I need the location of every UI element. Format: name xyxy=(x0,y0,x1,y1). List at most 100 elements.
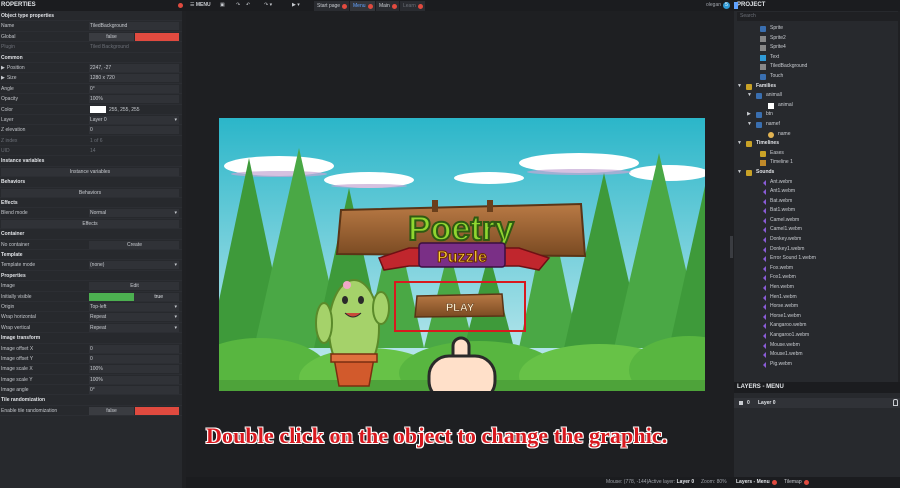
tree-item[interactable]: Mouse.webm xyxy=(734,341,900,351)
tree-item[interactable]: Kangaroo.webm xyxy=(734,321,900,331)
tab-learn[interactable]: Learn xyxy=(400,1,425,11)
initially-visible-toggle[interactable]: true xyxy=(89,292,179,301)
tree-item[interactable]: Donkey1.webm xyxy=(734,245,900,255)
name-input[interactable]: TiledBackground xyxy=(89,22,179,31)
image-angle-input[interactable]: 0° xyxy=(89,386,179,395)
tree-item[interactable]: Hen1.webm xyxy=(734,293,900,303)
tree-item[interactable]: Fox.webm xyxy=(734,264,900,274)
tree-item[interactable]: ▼ animall xyxy=(734,91,900,101)
scale-y-input[interactable]: 100% xyxy=(89,375,179,384)
section-effects[interactable]: Effects xyxy=(0,198,186,209)
z-elevation-input[interactable]: 0 xyxy=(89,126,179,135)
collapse-arrow-icon[interactable]: ▼ xyxy=(737,82,742,92)
collapse-arrow-icon[interactable]: ▼ xyxy=(747,91,752,101)
edit-image-button[interactable]: Edit xyxy=(89,282,179,291)
tile-rand-toggle[interactable]: false xyxy=(89,406,179,415)
play-button[interactable]: PLAY xyxy=(414,293,505,318)
project-search-input[interactable]: Search xyxy=(737,12,900,21)
tree-item[interactable]: Donkey.webm xyxy=(734,235,900,245)
tree-item[interactable]: name xyxy=(734,130,900,140)
behaviors-button[interactable]: Behaviors xyxy=(1,188,179,197)
tree-item[interactable]: Eases xyxy=(734,149,900,159)
expand-arrow-icon[interactable]: ▶ xyxy=(1,75,5,81)
undo-icon[interactable]: ↶ xyxy=(246,0,250,11)
collapse-arrow-icon[interactable]: ▼ xyxy=(737,168,742,178)
play-icon[interactable]: ▶ ▾ xyxy=(292,0,300,11)
tree-item[interactable]: Mouse1.webm xyxy=(734,350,900,360)
tree-item[interactable]: ▼ namef xyxy=(734,120,900,130)
tree-item[interactable]: ▶ btn xyxy=(734,110,900,120)
tab-layers-menu[interactable]: Layers - Menu xyxy=(736,477,779,488)
collapse-arrow-icon[interactable]: ▼ xyxy=(737,139,742,149)
tree-item[interactable]: Ant.webm xyxy=(734,178,900,188)
close-tab-icon[interactable] xyxy=(367,4,373,9)
expand-arrow-icon[interactable]: ▶ xyxy=(1,65,5,71)
tree-item[interactable]: Ant1.webm xyxy=(734,187,900,197)
global-toggle[interactable]: false xyxy=(89,32,179,41)
close-icon[interactable] xyxy=(178,3,183,8)
wrap-horizontal-select[interactable]: Repeat xyxy=(89,313,179,322)
vertical-scrollbar[interactable] xyxy=(730,236,733,258)
template-mode-select[interactable]: (none) xyxy=(89,261,179,270)
section-common[interactable]: Common xyxy=(0,53,186,63)
section-properties[interactable]: Properties xyxy=(0,271,186,282)
tree-item[interactable]: Sprite4 xyxy=(734,43,900,53)
wrap-vertical-select[interactable]: Repeat xyxy=(89,323,179,332)
section-template[interactable]: Template xyxy=(0,250,186,261)
redo-menu-icon[interactable]: ↷ ▾ xyxy=(264,0,272,11)
size-input[interactable]: 1280 x 720 xyxy=(89,74,179,83)
tree-item[interactable]: Camel.webm xyxy=(734,216,900,226)
lock-icon[interactable] xyxy=(893,399,898,406)
tree-item[interactable]: Fox1.webm xyxy=(734,273,900,283)
redo-icon[interactable]: ↷ xyxy=(236,0,240,11)
color-swatch[interactable] xyxy=(90,105,106,113)
tree-item[interactable]: Error Sound 1.webm xyxy=(734,254,900,264)
tree-item[interactable]: Bat.webm xyxy=(734,197,900,207)
offset-x-input[interactable]: 0 xyxy=(89,344,179,353)
tree-item[interactable]: Horse.webm xyxy=(734,302,900,312)
create-container-button[interactable]: Create xyxy=(89,240,179,249)
close-tab-icon[interactable] xyxy=(391,4,397,9)
section-image-transform[interactable]: Image transform xyxy=(0,333,186,344)
position-input[interactable]: 2247, -27 xyxy=(89,63,179,72)
layout-view[interactable]: Poetry Puzzle PLAY xyxy=(186,11,734,477)
tree-item[interactable]: animal xyxy=(734,101,900,111)
tree-item[interactable]: Touch xyxy=(734,72,900,82)
close-tab-icon[interactable] xyxy=(771,480,777,485)
collapse-arrow-icon[interactable]: ▼ xyxy=(747,120,752,130)
tree-item[interactable]: Text xyxy=(734,53,900,63)
tree-item[interactable]: Timeline 1 xyxy=(734,158,900,168)
tree-item[interactable]: Horse1.webm xyxy=(734,312,900,322)
tree-item[interactable]: Kangaroo1.webm xyxy=(734,331,900,341)
close-tab-icon[interactable] xyxy=(342,4,348,9)
game-scene[interactable]: Poetry Puzzle PLAY xyxy=(219,118,705,391)
tree-item[interactable]: Camel1.webm xyxy=(734,225,900,235)
game-canvas[interactable]: Poetry Puzzle PLAY xyxy=(219,118,705,391)
section-instance-variables[interactable]: Instance variables xyxy=(0,156,186,167)
offset-y-input[interactable]: 0 xyxy=(89,354,179,363)
tab-menu[interactable]: Menu xyxy=(350,1,375,11)
tree-folder[interactable]: ▼ Sounds xyxy=(734,168,900,178)
save-icon[interactable]: ▣ xyxy=(220,0,225,11)
layer-select[interactable]: Layer 0 xyxy=(89,115,179,124)
section-tile-randomization[interactable]: Tile randomization xyxy=(0,395,186,406)
layer-visible-checkbox[interactable] xyxy=(739,401,743,405)
tree-folder[interactable]: ▼ Families xyxy=(734,82,900,92)
tree-item[interactable]: Pig.webm xyxy=(734,360,900,370)
section-container[interactable]: Container xyxy=(0,229,186,240)
notification-badge[interactable]: 5 xyxy=(723,2,730,9)
tree-item[interactable]: TiledBackground xyxy=(734,62,900,72)
layer-row[interactable]: 0 Layer 0 xyxy=(734,398,900,408)
opacity-input[interactable]: 100% xyxy=(89,95,179,104)
section-object-type[interactable]: Object type properties xyxy=(0,11,186,22)
tab-tilemap[interactable]: Tilemap xyxy=(784,477,811,488)
tree-item[interactable]: Sprite2 xyxy=(734,34,900,44)
user-name[interactable]: olegan xyxy=(706,0,721,11)
origin-select[interactable]: Top-left xyxy=(89,302,179,311)
section-behaviors[interactable]: Behaviors xyxy=(0,177,186,188)
blend-mode-select[interactable]: Normal xyxy=(89,209,179,218)
scale-x-input[interactable]: 100% xyxy=(89,365,179,374)
tree-item[interactable]: Hen.webm xyxy=(734,283,900,293)
angle-input[interactable]: 0° xyxy=(89,84,179,93)
tab-start-page[interactable]: Start page xyxy=(314,1,350,11)
